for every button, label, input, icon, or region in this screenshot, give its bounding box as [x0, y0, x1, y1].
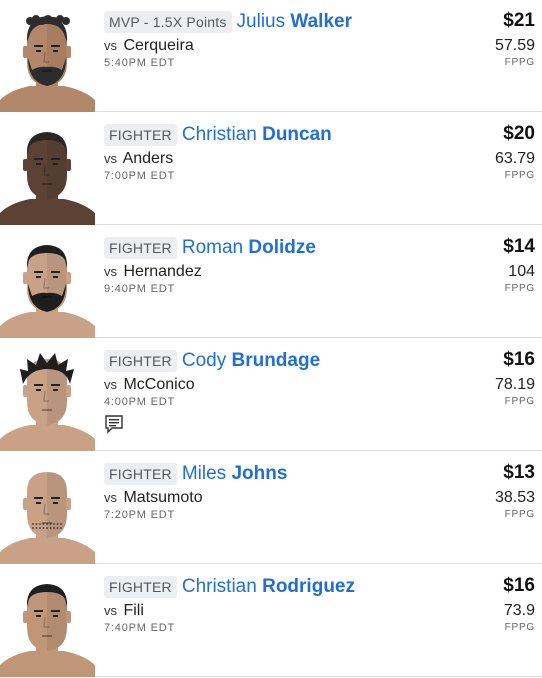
- last-name: Walker: [290, 11, 352, 32]
- last-name: Dolidze: [248, 237, 316, 258]
- fppg-value: 63.79: [494, 150, 535, 167]
- fighter-info: FIGHTER Christian Rodriguez vs Fili 7:40…: [104, 576, 432, 634]
- fighter-name[interactable]: Christian Duncan: [182, 124, 332, 146]
- last-name: Brundage: [231, 350, 321, 371]
- fighter-name[interactable]: Christian Rodriguez: [182, 576, 355, 598]
- fight-time: 4:00PM EDT: [104, 396, 175, 408]
- fighter-row[interactable]: MVP - 1.5X Points Julius Walker vs Cerqu…: [0, 0, 542, 112]
- first-name: Julius: [236, 11, 286, 32]
- opponent: vs Hernandez: [104, 263, 432, 281]
- fight-time: 7:40PM EDT: [104, 622, 175, 634]
- opponent: vs Cerqueira: [104, 37, 432, 55]
- vs-label: vs: [104, 151, 117, 166]
- opponent: vs Matsumoto: [104, 489, 432, 507]
- fppg-value: 38.53: [494, 489, 535, 506]
- position-badge: FIGHTER: [104, 463, 177, 485]
- fppg-value: 57.59: [494, 37, 535, 54]
- first-name: Christian: [181, 576, 257, 597]
- fppg-value: 104: [508, 263, 535, 280]
- salary: $13: [503, 462, 535, 483]
- opponent-name: Anders: [122, 150, 174, 167]
- fighter-info: FIGHTER Miles Johns vs Matsumoto 7:20PM …: [104, 463, 432, 521]
- first-name: Cody: [181, 350, 227, 371]
- fighter-portrait-icon: [0, 353, 95, 451]
- fighter-portrait-icon: [0, 15, 95, 112]
- salary: $21: [503, 10, 535, 31]
- fight-time: 9:40PM EDT: [104, 283, 175, 295]
- fighter-info: FIGHTER Cody Brundage vs McConico 4:00PM…: [104, 350, 432, 434]
- position-badge: MVP - 1.5X Points: [104, 11, 232, 33]
- fighter-name[interactable]: Roman Dolidze: [182, 237, 316, 259]
- fighter-avatar: [0, 113, 95, 225]
- opponent-name: Matsumoto: [123, 489, 203, 506]
- stats: $14 104 FPPG: [503, 236, 535, 294]
- fighter-info: FIGHTER Christian Duncan vs Anders 7:00P…: [104, 124, 432, 182]
- salary: $16: [503, 349, 535, 370]
- fppg-label: FPPG: [504, 57, 535, 68]
- fight-time: 7:00PM EDT: [104, 170, 175, 182]
- first-name: Miles: [181, 463, 227, 484]
- fppg-label: FPPG: [504, 622, 535, 633]
- fighter-name[interactable]: Julius Walker: [237, 11, 352, 33]
- last-name: Rodriguez: [262, 576, 355, 597]
- fighter-info: FIGHTER Roman Dolidze vs Hernandez 9:40P…: [104, 237, 432, 295]
- opponent: vs McConico: [104, 376, 432, 394]
- opponent-name: Hernandez: [123, 263, 202, 280]
- fppg-label: FPPG: [504, 509, 535, 520]
- fighter-portrait-icon: [0, 132, 95, 225]
- stats: $16 73.9 FPPG: [503, 575, 535, 633]
- first-name: Roman: [181, 237, 244, 258]
- salary: $20: [503, 123, 535, 144]
- salary: $14: [503, 236, 535, 257]
- fighter-portrait-icon: [0, 472, 95, 564]
- fighter-row[interactable]: FIGHTER Cody Brundage vs McConico 4:00PM…: [0, 339, 542, 451]
- salary: $16: [503, 575, 535, 596]
- opponent-name: Fili: [123, 602, 144, 619]
- fppg-value: 78.19: [494, 376, 535, 393]
- fighter-row[interactable]: FIGHTER Christian Rodriguez vs Fili 7:40…: [0, 565, 542, 677]
- fighter-row[interactable]: FIGHTER Christian Duncan vs Anders 7:00P…: [0, 113, 542, 225]
- notes-icon[interactable]: [104, 414, 124, 434]
- fighter-row[interactable]: FIGHTER Roman Dolidze vs Hernandez 9:40P…: [0, 226, 542, 338]
- vs-label: vs: [104, 38, 117, 53]
- fighter-portrait-icon: [0, 245, 95, 338]
- vs-label: vs: [104, 377, 117, 392]
- fppg-label: FPPG: [504, 170, 535, 181]
- fighter-avatar: [0, 452, 95, 564]
- vs-label: vs: [104, 603, 117, 618]
- vs-label: vs: [104, 264, 117, 279]
- fighter-avatar: [0, 339, 95, 451]
- fighter-list: MVP - 1.5X Points Julius Walker vs Cerqu…: [0, 0, 542, 678]
- position-badge: FIGHTER: [104, 237, 177, 259]
- fighter-row[interactable]: FIGHTER Miles Johns vs Matsumoto 7:20PM …: [0, 452, 542, 564]
- position-badge: FIGHTER: [104, 124, 177, 146]
- fighter-name[interactable]: Miles Johns: [182, 463, 288, 485]
- stats: $16 78.19 FPPG: [495, 349, 535, 407]
- fppg-label: FPPG: [504, 396, 535, 407]
- fight-time: 7:20PM EDT: [104, 509, 175, 521]
- fighter-name[interactable]: Cody Brundage: [182, 350, 320, 372]
- fighter-avatar: [0, 565, 95, 677]
- stats: $21 57.59 FPPG: [495, 10, 535, 68]
- first-name: Christian: [181, 124, 257, 145]
- stats: $20 63.79 FPPG: [495, 123, 535, 181]
- position-badge: FIGHTER: [104, 350, 177, 372]
- fighter-info: MVP - 1.5X Points Julius Walker vs Cerqu…: [104, 11, 432, 69]
- position-badge: FIGHTER: [104, 576, 177, 598]
- fighter-avatar: [0, 0, 95, 112]
- opponent-name: McConico: [123, 376, 195, 393]
- last-name: Duncan: [262, 124, 332, 145]
- opponent: vs Fili: [104, 602, 432, 620]
- fight-time: 5:40PM EDT: [104, 57, 175, 69]
- vs-label: vs: [104, 490, 117, 505]
- opponent-name: Cerqueira: [123, 37, 194, 54]
- fighter-avatar: [0, 226, 95, 338]
- last-name: Johns: [231, 463, 288, 484]
- fighter-portrait-icon: [0, 584, 95, 677]
- fppg-label: FPPG: [504, 283, 535, 294]
- stats: $13 38.53 FPPG: [495, 462, 535, 520]
- opponent: vs Anders: [104, 150, 432, 168]
- fppg-value: 73.9: [503, 602, 535, 619]
